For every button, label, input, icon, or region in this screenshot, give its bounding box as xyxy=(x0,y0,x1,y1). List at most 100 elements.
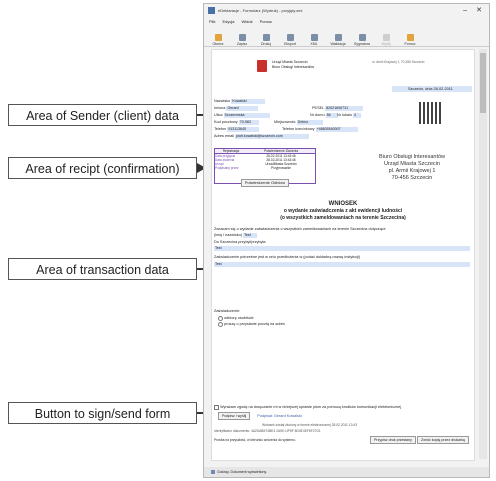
callout-transaction: Area of transaction data xyxy=(8,258,197,280)
title-bar: eDeklaracje - Formularz (Wydruk) - przyj… xyxy=(204,4,489,17)
sign-send-button[interactable]: Podpisz i wyślij xyxy=(218,412,251,420)
menu-help[interactable]: Pomoc xyxy=(260,19,272,24)
address-line-2: Urząd Miasta Szczecin xyxy=(384,161,440,167)
date-line: Szczecin, dnia 28-02-2011 xyxy=(408,87,453,91)
surname-label: Nazwisko xyxy=(214,99,231,103)
save-label: Zapisz xyxy=(236,42,248,46)
receipt-confirm-button[interactable]: Potwierdzenie Odbioru xyxy=(240,179,290,187)
postcode-field[interactable]: 70-983 xyxy=(238,119,259,125)
tx-field-3[interactable]: Test xyxy=(214,261,470,267)
street-label: Ulica xyxy=(214,113,223,117)
signature-button[interactable]: Sygnatura xyxy=(351,34,373,46)
postcode-label: Kod pocztowy xyxy=(214,120,238,124)
sign-line-3: Prośba na przyszłość, w kierunku wróceni… xyxy=(214,438,296,442)
export-button[interactable]: Eksport xyxy=(279,34,301,46)
validate-label: Walidacja xyxy=(330,42,346,46)
check-icon xyxy=(334,34,342,41)
city-crest xyxy=(257,60,267,72)
status-text: Gotowy. Dokument wyświetlony. xyxy=(217,470,267,474)
header-right: ul. Armii Krajowej 1, 70-456 Szczecin xyxy=(372,60,425,64)
help-button[interactable]: Pomoc xyxy=(399,34,421,46)
app-icon xyxy=(208,7,215,14)
print-label: Drukuj xyxy=(260,42,272,46)
xml-icon xyxy=(310,34,318,41)
xml-label: XML xyxy=(310,42,318,46)
flat-label: Nr lokalu xyxy=(337,113,352,117)
city-label: Miejscowość xyxy=(274,120,296,124)
option-mail-label: proszę o przysłanie pocztą na adres xyxy=(224,322,285,326)
save-button[interactable]: Zapisz xyxy=(231,34,253,46)
close-icon[interactable]: ✕ xyxy=(476,4,482,17)
name-label: Imiona xyxy=(214,106,226,110)
radio-collect[interactable] xyxy=(218,315,223,321)
radio-mail[interactable] xyxy=(218,321,223,327)
document-page: Urząd Miasta Szczecin Biuro Obsługi Inte… xyxy=(211,49,475,461)
surname-field[interactable]: Kowalski xyxy=(231,98,266,104)
pesel-field[interactable]: 82021606731 xyxy=(325,105,364,111)
help-icon xyxy=(406,34,414,41)
export-icon xyxy=(286,34,294,41)
save-icon xyxy=(238,34,246,41)
vertical-scrollbar[interactable] xyxy=(479,49,487,459)
open-button[interactable]: Otwórz xyxy=(207,34,229,46)
help-label: Pomoc xyxy=(404,42,416,46)
send-button[interactable]: Wyślij xyxy=(375,34,397,46)
xml-button[interactable]: XML xyxy=(303,34,325,46)
header-dept: Biuro Obsługi Interesantów xyxy=(272,64,315,69)
callout-button: Button to sign/send form xyxy=(8,402,197,424)
signature-label: Sygnatura xyxy=(354,42,370,46)
header-city: Urząd Miasta Szczecin xyxy=(272,60,308,64)
address-line-1: Biuro Obsługi Interesantów xyxy=(378,154,446,160)
mobile-label: Telefon komórkowy xyxy=(282,127,315,131)
validate-button[interactable]: Walidacja xyxy=(327,34,349,46)
consent-checkbox[interactable] xyxy=(214,404,219,410)
application-window: eDeklaracje - Formularz (Wydruk) - przyj… xyxy=(203,3,490,478)
signed-by: Podpisał: Gerard Kowalski xyxy=(257,414,302,418)
address-line-4: 70-456 Szczecin xyxy=(391,175,433,181)
flat-field[interactable]: 4 xyxy=(353,112,362,118)
form-subheading-2: (o wszystkich zameldowaniach na terenie … xyxy=(280,214,406,221)
pen-icon xyxy=(358,34,366,41)
export-label: Eksport xyxy=(284,42,296,46)
tx-line-4: Zaświadczenie potrzebne jest w celu prze… xyxy=(214,255,361,259)
menu-file[interactable]: Plik xyxy=(209,19,215,24)
qr-code xyxy=(419,102,441,124)
print-sent-button[interactable]: Przypisz druk przesłany xyxy=(370,436,416,444)
menu-view[interactable]: Widok xyxy=(241,19,252,24)
copy-print-button[interactable]: Zwróć kopię przez drukarkę xyxy=(417,436,470,444)
menu-edit[interactable]: Edycja xyxy=(222,19,234,24)
minimize-icon[interactable]: – xyxy=(463,4,467,17)
status-icon xyxy=(211,470,215,475)
send-icon xyxy=(382,34,390,41)
receipt-h1: Rejestracja xyxy=(222,149,240,153)
pesel-label: PESEL xyxy=(312,106,325,110)
send-label: Wyślij xyxy=(381,42,391,46)
folder-icon xyxy=(214,34,222,41)
email-field[interactable]: piotr.kowalski@szczecin.com xyxy=(235,133,310,139)
receipt-row-label: Podpisany przez xyxy=(215,166,239,170)
phone-field[interactable]: 913113645 xyxy=(227,126,260,132)
tx-field-1[interactable]: Test xyxy=(243,232,258,238)
mobile-field[interactable]: +48605540007 xyxy=(315,126,358,132)
callout-sender: Area of Sender (client) data xyxy=(8,104,197,126)
address-line-3: pl. Armii Krajowej 1 xyxy=(388,168,436,174)
callout-receipt: Area of recipt (confirmation) xyxy=(8,157,197,179)
name-field[interactable]: Gerard xyxy=(226,105,259,111)
house-field[interactable]: 86 xyxy=(325,112,338,118)
email-label: Adres email xyxy=(214,134,235,138)
sign-line-2: Identyfikator dokumentu: 4A2SAB574BE4 2A… xyxy=(214,429,321,433)
open-label: Otwórz xyxy=(212,42,224,46)
house-label: Nr domu xyxy=(310,113,325,117)
tx-field-2[interactable]: Test xyxy=(214,245,470,251)
option-collect-label: odbiorę osobiście xyxy=(224,316,254,320)
scrollbar-thumb[interactable] xyxy=(480,53,486,113)
city-field[interactable]: Debno xyxy=(296,119,323,125)
street-field[interactable]: Szczecinska xyxy=(223,112,270,118)
print-button[interactable]: Drukuj xyxy=(255,34,277,46)
options-label: Zaświadczenie: xyxy=(214,309,241,313)
tx-line-2: (imię i nazwisko) xyxy=(214,233,243,237)
menu-bar: Plik Edycja Widok Pomoc xyxy=(204,17,489,26)
receipt-row-value: Przyjmowanie xyxy=(271,166,291,170)
toolbar: Otwórz Zapisz Drukuj Eksport XML Walidac… xyxy=(204,26,489,47)
window-title: eDeklaracje - Formularz (Wydruk) - przyj… xyxy=(218,8,303,13)
